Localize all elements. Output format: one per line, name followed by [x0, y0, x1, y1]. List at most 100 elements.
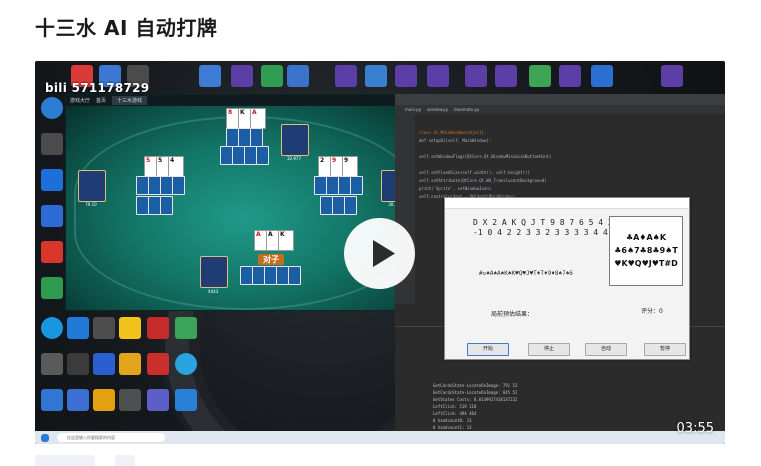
- app-icon[interactable]: [529, 65, 551, 87]
- player-avatar[interactable]: [78, 170, 106, 202]
- playing-card: A: [250, 108, 266, 129]
- taskbar: 在这里输入你要搜索的内容: [35, 431, 725, 444]
- app-icon[interactable]: [67, 317, 89, 339]
- game-tab[interactable]: 游戏大厅: [70, 97, 90, 104]
- player-avatar[interactable]: [281, 124, 309, 156]
- card-back: [256, 146, 269, 165]
- app-icon[interactable]: [41, 133, 63, 155]
- tag-chip[interactable]: [115, 455, 135, 466]
- hand-cards: #◇♠A♠A♠K♠K♥Q♥J♥T♦T♦9♦8♠7♠6: [479, 270, 573, 277]
- telegram-icon[interactable]: [175, 353, 197, 375]
- app-icon[interactable]: [41, 389, 63, 411]
- player-score: 32.977: [287, 156, 301, 161]
- below-video-row: [35, 452, 735, 466]
- dialog-titlebar: [445, 198, 689, 209]
- app-icon[interactable]: [261, 65, 283, 87]
- app-icon[interactable]: [93, 353, 115, 375]
- arrangement-box: ♣A♦A♠K ♣6♠7♣8♣9♠T ♥K♥Q♥J♥T#D: [609, 216, 683, 286]
- app-icon[interactable]: [395, 65, 417, 87]
- console-line: GetCardsState-LocateOnImage: 791 52: [433, 383, 518, 388]
- card-back: [250, 128, 263, 147]
- app-icon[interactable]: [199, 65, 221, 87]
- app-icon[interactable]: [175, 389, 197, 411]
- card-back: [344, 196, 357, 215]
- bilibili-watermark: bili 571178729: [45, 81, 150, 95]
- play-button[interactable]: [344, 218, 415, 289]
- ide-tabbar: main.py window.py bluemate.py: [395, 105, 725, 114]
- player-score: 79.10: [85, 202, 97, 207]
- card-rank-counts: -1 0 4 2 2 3 3 2 3 3 3 3 4 4 4: [473, 228, 618, 237]
- card-back: [172, 176, 185, 195]
- play-icon: [373, 240, 395, 267]
- console-line: 0 handcount1: 13: [433, 425, 472, 430]
- app-icon[interactable]: [287, 65, 309, 87]
- app-icon[interactable]: [67, 353, 89, 375]
- app-icon[interactable]: [93, 389, 115, 411]
- app-icon[interactable]: [591, 65, 613, 87]
- pause-button[interactable]: 暂停: [644, 343, 686, 356]
- taskbar-search-input[interactable]: 在这里输入你要搜索的内容: [57, 433, 165, 442]
- code-line[interactable]: print('Sprite', setWindowIcon): [419, 186, 491, 191]
- app-icon[interactable]: [41, 353, 63, 375]
- windows-start-icon[interactable]: [41, 434, 49, 442]
- console-line: LeftClick: 519 110: [433, 404, 477, 409]
- card-back: [160, 196, 173, 215]
- app-icon[interactable]: [93, 317, 115, 339]
- video-duration: 03:55: [676, 421, 714, 436]
- game-tab[interactable]: 首页: [96, 97, 106, 104]
- app-icon[interactable]: [41, 205, 63, 227]
- app-icon[interactable]: [67, 389, 89, 411]
- arrangement-row: ♥K♥Q♥J♥T#D: [614, 259, 678, 268]
- playing-card: 9: [342, 156, 358, 177]
- tag-chip[interactable]: [35, 455, 95, 466]
- app-icon[interactable]: [335, 65, 357, 87]
- app-icon[interactable]: [119, 353, 141, 375]
- code-line[interactable]: def setupUi(self, MainWindow):: [419, 138, 491, 143]
- card-back: [350, 176, 363, 195]
- edge-icon[interactable]: [41, 97, 63, 119]
- code-line[interactable]: self.setWindowFlags(QtCore.Qt.WindowMini…: [419, 154, 551, 159]
- game-tab-active[interactable]: 十三水游戏: [112, 96, 148, 105]
- app-icon[interactable]: [231, 65, 253, 87]
- score-label: 评分：0: [641, 308, 663, 315]
- app-icon[interactable]: [41, 277, 63, 299]
- shield-icon[interactable]: [41, 169, 63, 191]
- teams-icon[interactable]: [147, 389, 169, 411]
- editor-tab[interactable]: window.py: [427, 105, 448, 114]
- console-line: LeftClick: 494 464: [433, 411, 477, 416]
- editor-tab[interactable]: bluemate.py: [454, 105, 479, 114]
- app-icon[interactable]: [427, 65, 449, 87]
- ide-menubar: [395, 94, 725, 105]
- code-line[interactable]: class Ui_MainWindow(object):: [419, 130, 486, 135]
- app-icon[interactable]: [495, 65, 517, 87]
- app-icon[interactable]: [147, 353, 169, 375]
- console-line: GetStates Costs: 0.0149927418137232: [433, 397, 518, 402]
- start-button[interactable]: 开始: [467, 343, 509, 356]
- app-icon[interactable]: [465, 65, 487, 87]
- game-titlebar: 游戏大厅 首页 十三水游戏: [66, 95, 421, 106]
- app-icon[interactable]: [175, 317, 197, 339]
- code-line[interactable]: self.setAttribute(QtCore.Qt.WA_Transluce…: [419, 178, 547, 183]
- card-back: [288, 266, 301, 285]
- auto-button[interactable]: 自动: [585, 343, 627, 356]
- qq-icon[interactable]: [41, 317, 63, 339]
- player-avatar[interactable]: [200, 256, 228, 288]
- editor-tab[interactable]: main.py: [405, 105, 421, 114]
- page-title: 十三水 AI 自动打牌: [35, 16, 218, 40]
- wps-icon[interactable]: [147, 317, 169, 339]
- code-line[interactable]: self.setFixedSize(self.width(), self.hei…: [419, 170, 530, 175]
- playing-card: 4: [168, 156, 184, 177]
- video-player[interactable]: 游戏大厅 首页 十三水游戏 8 K A 32.977 79.10 5 5 4 3…: [35, 61, 725, 444]
- app-icon[interactable]: [41, 241, 63, 263]
- arrangement-row: ♣A♦A♠K: [625, 233, 667, 242]
- console-line: 0 handcount0: 13: [433, 418, 472, 423]
- ai-dialog[interactable]: D X 2 A K Q J T 9 8 7 6 5 4 3 -1 0 4 2 2…: [444, 197, 690, 360]
- app-icon[interactable]: [661, 65, 683, 87]
- console-line: GetCardsState-LocateOnImage: 845 52: [433, 390, 518, 395]
- result-label: 局前预估结果：: [491, 311, 534, 318]
- app-icon[interactable]: [365, 65, 387, 87]
- app-icon[interactable]: [119, 389, 141, 411]
- app-icon[interactable]: [119, 317, 141, 339]
- app-icon[interactable]: [559, 65, 581, 87]
- stop-button[interactable]: 停止: [528, 343, 570, 356]
